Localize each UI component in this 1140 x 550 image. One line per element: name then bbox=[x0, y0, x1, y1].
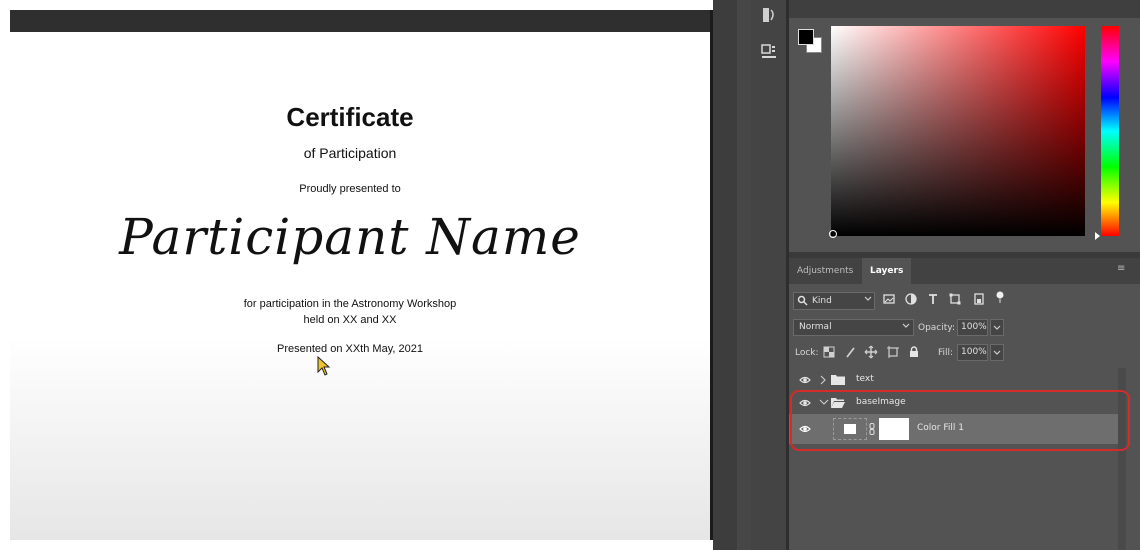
tab-adjustments[interactable]: Adjustments bbox=[789, 258, 861, 284]
opacity-input[interactable]: 100% bbox=[957, 319, 988, 336]
search-icon bbox=[797, 295, 808, 306]
held-on-text: held on XX and XX bbox=[303, 314, 397, 326]
hue-slider-handle[interactable] bbox=[1095, 232, 1100, 240]
bottom-margin bbox=[10, 540, 710, 550]
type-filter-icon[interactable] bbox=[926, 292, 940, 306]
document-top-bar bbox=[10, 10, 710, 32]
folder-icon bbox=[831, 375, 845, 385]
collapsed-panel-column bbox=[751, 0, 786, 550]
lock-label: Lock: bbox=[795, 348, 819, 358]
highlight-outline bbox=[790, 390, 1130, 451]
lock-position-icon[interactable] bbox=[864, 345, 878, 359]
participation-text: for participation in the Astronomy Works… bbox=[243, 298, 457, 310]
chevron-down-icon bbox=[993, 350, 1001, 355]
certificate-subtitle: of Participation bbox=[303, 145, 397, 161]
eye-icon[interactable] bbox=[799, 375, 811, 385]
history-panel-icon[interactable] bbox=[757, 4, 781, 28]
left-margin bbox=[0, 0, 10, 550]
presented-date-text: Presented on XXth May, 2021 bbox=[277, 343, 423, 355]
foreground-color-swatch[interactable] bbox=[798, 29, 814, 45]
presented-to-text: Proudly presented to bbox=[299, 183, 401, 195]
lock-all-icon[interactable] bbox=[907, 345, 921, 359]
layer-row-text[interactable]: text bbox=[789, 369, 1118, 391]
lock-transparent-pixels-icon[interactable] bbox=[822, 345, 836, 359]
image-filter-icon[interactable] bbox=[882, 292, 896, 306]
opacity-slider-toggle[interactable] bbox=[990, 319, 1004, 336]
lock-artboard-icon[interactable] bbox=[886, 345, 900, 359]
color-picker-field[interactable] bbox=[831, 26, 1085, 236]
chevron-right-icon[interactable] bbox=[820, 375, 826, 385]
fill-label: Fill: bbox=[938, 348, 954, 358]
chevron-down-icon bbox=[993, 325, 1001, 330]
opacity-label: Opacity: bbox=[918, 323, 955, 333]
lock-image-pixels-icon[interactable] bbox=[844, 345, 858, 359]
panel-dock-strip bbox=[713, 0, 737, 550]
fill-input[interactable]: 100% bbox=[957, 344, 988, 361]
color-picker-marker[interactable] bbox=[829, 230, 837, 238]
chevron-down-icon bbox=[902, 323, 910, 328]
shape-filter-icon[interactable] bbox=[948, 292, 962, 306]
panel-dock-strip-inner bbox=[737, 0, 751, 550]
certificate-title: Certificate bbox=[286, 102, 414, 132]
fill-slider-toggle[interactable] bbox=[990, 344, 1004, 361]
adjustment-filter-icon[interactable] bbox=[904, 292, 918, 306]
properties-panel-icon[interactable] bbox=[757, 40, 781, 64]
participant-name-text: Participant Name bbox=[119, 208, 581, 266]
hue-slider[interactable] bbox=[1101, 26, 1119, 236]
layer-name: text bbox=[856, 374, 874, 384]
tab-layers[interactable]: Layers bbox=[862, 258, 912, 284]
blend-mode-select[interactable]: Normal bbox=[793, 319, 914, 336]
smart-object-filter-icon[interactable] bbox=[972, 292, 986, 306]
chevron-down-icon bbox=[864, 296, 872, 301]
panel-menu-icon[interactable]: ≡ bbox=[1117, 263, 1125, 274]
mouse-cursor-icon bbox=[317, 356, 331, 376]
color-panel-header bbox=[789, 0, 1140, 18]
filter-toggle-icon[interactable] bbox=[993, 290, 1007, 304]
